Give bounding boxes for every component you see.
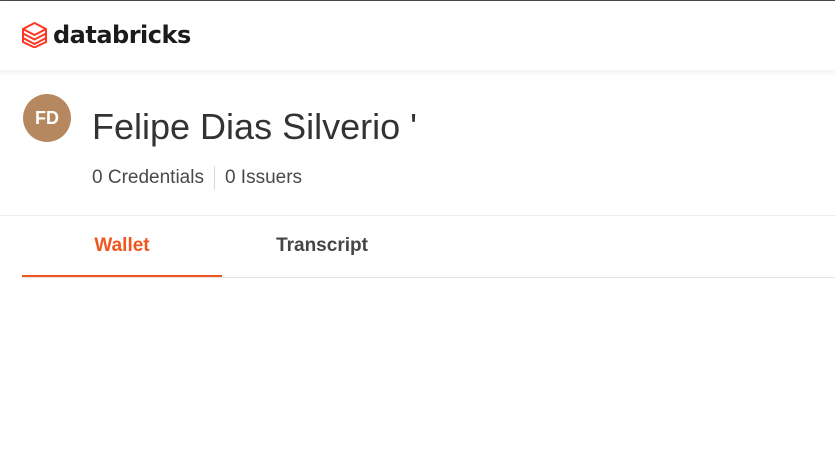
tab-wallet-label: Wallet xyxy=(94,234,150,256)
profile-name: Felipe Dias Silverio ' xyxy=(92,106,417,147)
tab-bar: Wallet Transcript xyxy=(22,216,835,278)
avatar-initials: FD xyxy=(35,107,59,128)
avatar: FD xyxy=(23,94,71,142)
stats-divider xyxy=(213,166,215,190)
tab-transcript[interactable]: Transcript xyxy=(222,216,422,276)
top-navigation-bar: databricks xyxy=(0,1,835,70)
page: databricks FD Felipe Dias Silverio ' 0 C… xyxy=(0,0,835,467)
tab-transcript-label: Transcript xyxy=(276,235,368,256)
databricks-logo[interactable]: databricks xyxy=(22,21,191,49)
tab-wallet[interactable]: Wallet xyxy=(22,216,222,277)
credentials-count[interactable]: 0 Credentials xyxy=(92,165,204,191)
profile-stats: 0 Credentials 0 Issuers xyxy=(92,165,302,191)
issuers-count[interactable]: 0 Issuers xyxy=(225,165,302,191)
databricks-layers-icon xyxy=(22,22,47,48)
logo-text: databricks xyxy=(53,21,191,49)
